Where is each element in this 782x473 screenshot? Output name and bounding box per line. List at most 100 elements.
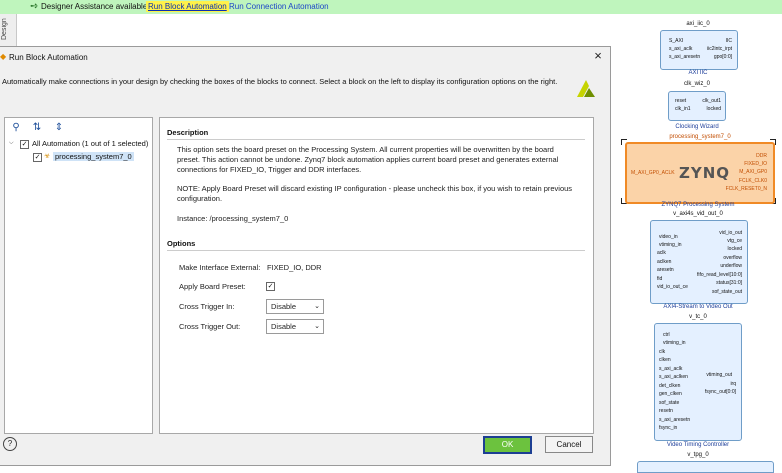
zynq-logo: ZYNQ bbox=[679, 164, 731, 182]
pin-m-axi-gp0-aclk: M_AXI_GP0_ACLK bbox=[631, 170, 675, 176]
tree-root-label: All Automation (1 out of 1 selected) bbox=[32, 139, 149, 148]
axi4s-instance-name: v_axi4s_vid_out_0 bbox=[673, 211, 723, 217]
apply-board-preset-checkbox[interactable]: ✓ bbox=[266, 282, 275, 291]
design-side-tab[interactable]: Design bbox=[1, 14, 15, 44]
search-icon[interactable]: ⚲ bbox=[10, 122, 22, 134]
make-external-label: Make Interface External: bbox=[179, 263, 261, 272]
axi-iic-instance-name: axi_iic_0 bbox=[686, 21, 710, 27]
tpg-block[interactable] bbox=[637, 461, 774, 473]
pin-locked: locked bbox=[706, 106, 721, 112]
axi4s-caption: AXI4-Stream to Video Out bbox=[663, 304, 733, 310]
pin-status: status[31:0] bbox=[716, 280, 742, 286]
pin-aclk: aclk bbox=[657, 250, 666, 256]
ps7-caption: ZYNQ7 Processing System bbox=[661, 202, 735, 208]
wand-icon: ➺ bbox=[30, 1, 39, 12]
cross-trigger-out-select[interactable]: Disable ⌄ bbox=[266, 319, 324, 334]
video-timing-controller-block[interactable]: ctrl vtiming_in clk clken s_axi_aclk s_a… bbox=[654, 323, 742, 441]
pin-fixed-io: FIXED_IO bbox=[744, 161, 767, 167]
automation-tree-panel: ⚲ ⇅ ⇕ ⌵ ✓ All Automation (1 out of 1 sel… bbox=[4, 117, 153, 434]
pin-sof-state: sof_state bbox=[659, 400, 680, 406]
description-paragraph: This option sets the board preset on the… bbox=[177, 145, 559, 174]
root-checkbox[interactable]: ✓ bbox=[20, 140, 29, 149]
pin-s-axi-aclk: s_axi_aclk bbox=[669, 46, 693, 52]
designer-assistance-banner: ➺ Designer Assistance available. Run Blo… bbox=[0, 0, 782, 14]
pin-clken: clken bbox=[659, 357, 671, 363]
configuration-panel: Description This option sets the board p… bbox=[159, 117, 594, 434]
pin-s-axi-aresetn: s_axi_aresetn bbox=[659, 417, 691, 423]
pin-vtiming-in: vtiming_in bbox=[663, 340, 686, 346]
pin-iic: IIC bbox=[725, 38, 732, 44]
description-heading: Description bbox=[167, 128, 209, 137]
tpg-instance-name: v_tpg_0 bbox=[687, 452, 709, 458]
pin-ddr: DDR bbox=[756, 153, 767, 159]
pin-fsync-in: fsync_in bbox=[659, 425, 678, 431]
make-external-value: FIXED_IO, DDR bbox=[267, 263, 322, 272]
vtc-instance-name: v_tc_0 bbox=[689, 314, 707, 320]
run-block-automation-dialog: ◆ Run Block Automation × Automatically m… bbox=[0, 46, 611, 466]
pin-aclken: aclken bbox=[657, 259, 672, 265]
axi-iic-block[interactable]: S_AXI s_axi_aclk s_axi_aresetn IIC iic2i… bbox=[660, 30, 738, 70]
pin-sof-state-out: sof_state_out bbox=[711, 289, 742, 295]
pin-fclk-clk0: FCLK_CLK0 bbox=[738, 178, 767, 184]
collapse-all-icon[interactable]: ⇅ bbox=[31, 122, 43, 134]
section-divider bbox=[167, 250, 585, 251]
pin-gen-clken: gen_clken bbox=[659, 391, 682, 397]
ps7-instance-name: processing_system7_0 bbox=[669, 134, 731, 140]
vtc-caption: Video Timing Controller bbox=[666, 442, 730, 448]
pin-det-clken: det_clken bbox=[659, 383, 681, 389]
pin-fifo-read-level: fifo_read_level[10:0] bbox=[696, 272, 742, 278]
pin-m-axi-gp0: M_AXI_GP0 bbox=[739, 169, 767, 175]
pin-vid-io-out: vid_io_out bbox=[719, 230, 742, 236]
pin-reset: reset bbox=[675, 98, 687, 104]
pin-clk-in1: clk_in1 bbox=[675, 106, 691, 112]
pin-ctrl: ctrl bbox=[663, 332, 670, 338]
axi4s-vid-out-block[interactable]: video_in vtiming_in aclk aclken aresetn … bbox=[650, 220, 748, 304]
pin-irq: irq bbox=[730, 381, 736, 387]
pin-gpo: gpo[0:0] bbox=[713, 54, 732, 60]
banner-text: Designer Assistance available. bbox=[41, 2, 150, 11]
cross-trigger-in-value: Disable bbox=[271, 302, 297, 311]
run-connection-automation-link[interactable]: Run Connection Automation bbox=[229, 2, 329, 11]
expand-all-icon[interactable]: ⇕ bbox=[53, 122, 65, 134]
cross-trigger-out-value: Disable bbox=[271, 322, 297, 331]
ip-block-icon: ☣ bbox=[44, 153, 51, 160]
cancel-button[interactable]: Cancel bbox=[545, 436, 593, 453]
pin-aresetn: aresetn bbox=[657, 267, 674, 273]
zynq-processing-system-block[interactable]: M_AXI_GP0_ACLK ZYNQ DDR FIXED_IO M_AXI_G… bbox=[625, 142, 775, 204]
pin-resetn: resetn bbox=[659, 408, 673, 414]
pin-fsync-out: fsync_out[0:0] bbox=[704, 389, 736, 395]
help-button[interactable]: ? bbox=[3, 437, 17, 451]
close-button[interactable]: × bbox=[591, 49, 605, 63]
clk-wiz-block[interactable]: reset clk_in1 clk_out1 locked bbox=[668, 91, 726, 121]
cross-trigger-in-select[interactable]: Disable ⌄ bbox=[266, 299, 324, 314]
automation-icon: ◆ bbox=[0, 52, 7, 61]
pin-overflow: overflow bbox=[723, 255, 742, 261]
apply-board-preset-label: Apply Board Preset: bbox=[179, 282, 246, 291]
pin-s-axi: S_AXI bbox=[669, 38, 684, 44]
pin-vtg-ce: vtg_ce bbox=[727, 238, 742, 244]
pin-video-in: video_in bbox=[659, 234, 678, 240]
pin-clk: clk bbox=[659, 349, 666, 355]
cross-trigger-out-label: Cross Trigger Out: bbox=[179, 322, 241, 331]
axi-iic-caption: AXI IIC bbox=[688, 70, 708, 76]
pin-clk-out1: clk_out1 bbox=[702, 98, 721, 104]
clk-wiz-instance-name: clk_wiz_0 bbox=[683, 81, 710, 87]
run-block-automation-link[interactable]: Run Block Automation bbox=[146, 1, 229, 12]
chevron-down-icon[interactable]: ⌵ bbox=[9, 140, 14, 147]
pin-fclk-reset0-n: FCLK_RESET0_N bbox=[725, 186, 767, 192]
pin-vid-io-out-ce: vid_io_out_ce bbox=[657, 284, 688, 290]
chevron-down-icon: ⌄ bbox=[314, 303, 320, 310]
clk-wiz-caption: Clocking Wizard bbox=[675, 124, 719, 130]
child-checkbox[interactable]: ✓ bbox=[33, 153, 42, 162]
pin-s-axi-aclk: s_axi_aclk bbox=[659, 366, 683, 372]
instance-text: Instance: /processing_system7_0 bbox=[177, 214, 289, 223]
pin-s-axi-aresetn: s_axi_aresetn bbox=[669, 54, 701, 60]
cross-trigger-in-label: Cross Trigger In: bbox=[179, 302, 235, 311]
note-paragraph: NOTE: Apply Board Preset will discard ex… bbox=[177, 184, 573, 203]
tree-child-label: processing_system7_0 bbox=[53, 152, 134, 161]
dialog-title: Run Block Automation bbox=[9, 53, 88, 62]
chevron-down-icon: ⌄ bbox=[314, 323, 320, 330]
pin-vtiming-out: vtiming_out bbox=[706, 372, 732, 378]
xilinx-logo-icon bbox=[577, 80, 595, 97]
ok-button[interactable]: OK bbox=[483, 436, 532, 454]
